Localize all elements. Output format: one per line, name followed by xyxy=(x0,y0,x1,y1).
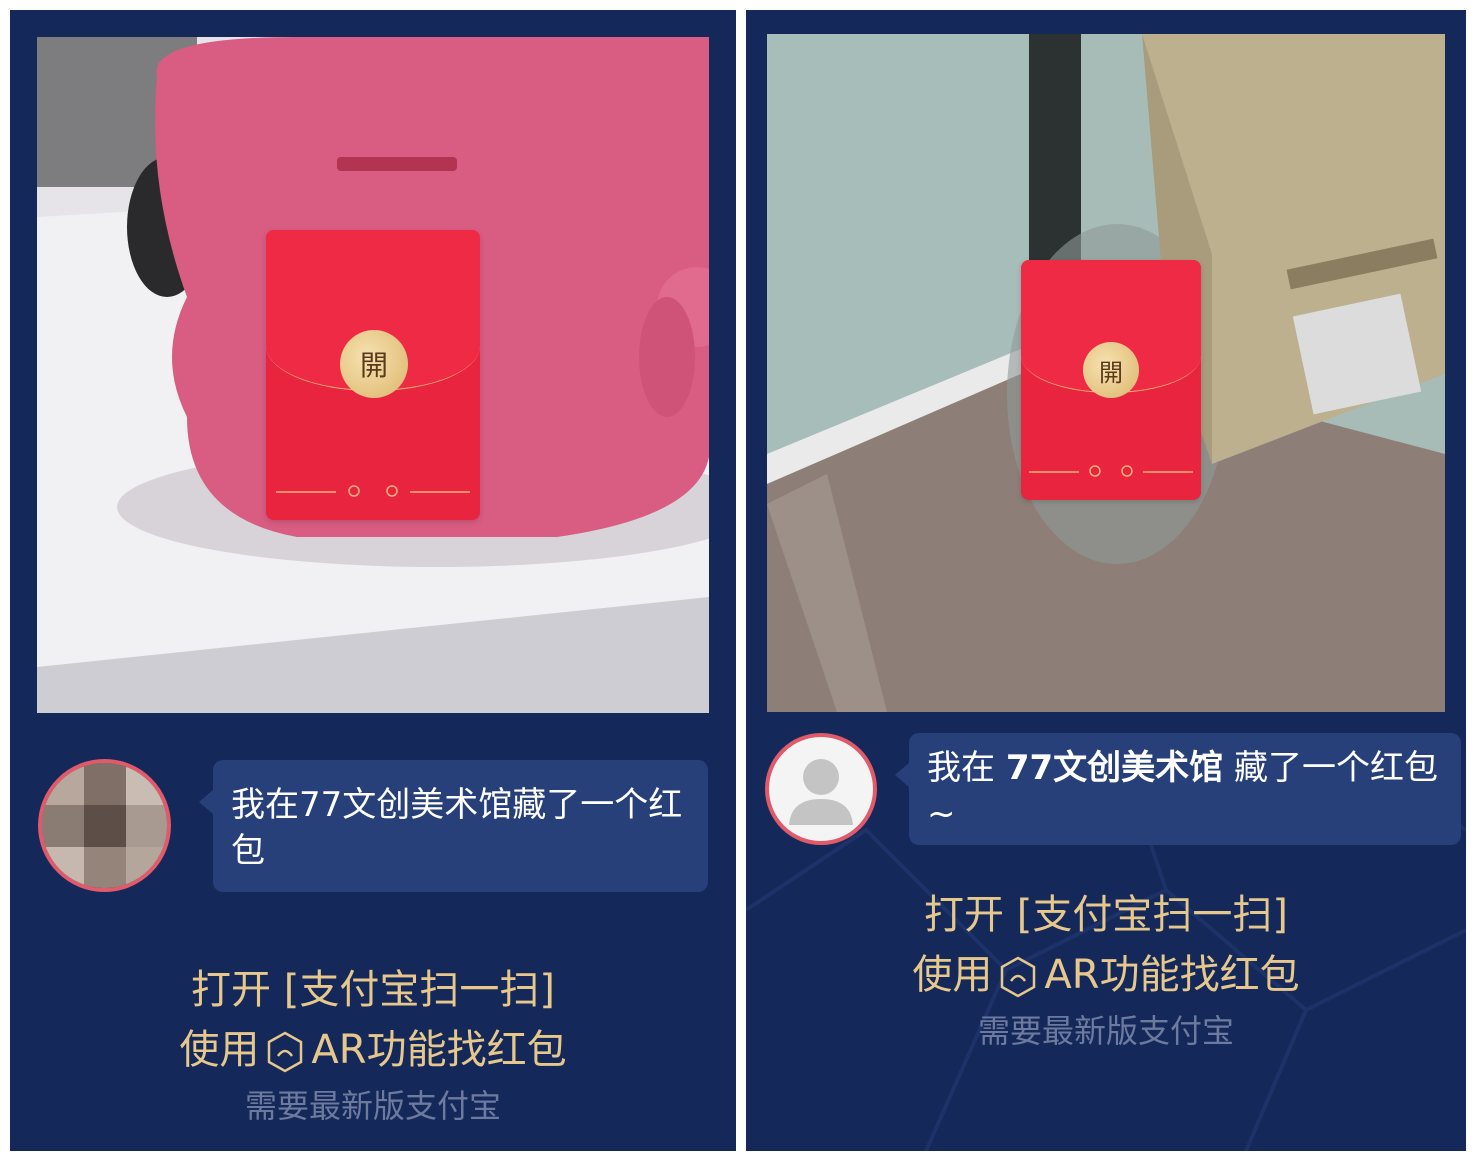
envelope-swirl-ornament xyxy=(1029,465,1193,477)
red-packet-card-left: 開 我在77文创美术馆藏了一个红包 打开 [支付宝扫一扫] 使用 AR功能找红包… xyxy=(10,10,736,1151)
version-note: 需要最新版支付宝 xyxy=(244,1087,501,1125)
red-packet-envelope[interactable]: 開 xyxy=(1021,260,1201,500)
message-text: 我在77文创美术馆藏了一个红包 xyxy=(231,785,683,871)
pixelated-avatar-icon xyxy=(42,763,167,888)
scan-instructions: 打开 [支付宝扫一扫] 使用 AR功能找红包 需要最新版支付宝 xyxy=(10,960,736,1132)
envelope-swirl-ornament xyxy=(276,485,470,497)
ar-hexagon-icon xyxy=(1001,956,1036,998)
cta-line-2-suffix: AR功能找红包 xyxy=(311,1027,567,1073)
cta-line-1: 打开 [支付宝扫一扫] xyxy=(191,967,555,1013)
cta-line-2-prefix: 使用 xyxy=(912,952,993,998)
cta-line-2-prefix: 使用 xyxy=(179,1027,260,1073)
default-user-icon xyxy=(789,759,853,825)
ar-hexagon-icon xyxy=(268,1031,303,1073)
open-seal-button[interactable]: 開 xyxy=(340,330,408,398)
message-prefix: 我在 xyxy=(927,748,1006,788)
red-packet-envelope[interactable]: 開 xyxy=(266,230,480,520)
scan-instructions: 打开 [支付宝扫一扫] 使用 AR功能找红包 需要最新版支付宝 xyxy=(746,885,1466,1057)
cta-line-2-suffix: AR功能找红包 xyxy=(1044,952,1300,998)
camera-photo-room-corner: 開 xyxy=(767,34,1445,712)
version-note: 需要最新版支付宝 xyxy=(977,1012,1234,1050)
cta-line-2: 使用 AR功能找红包 xyxy=(746,945,1466,1005)
message-bubble: 我在 77文创美术馆 藏了一个红包~ xyxy=(895,733,1461,845)
cta-line-2: 使用 AR功能找红包 xyxy=(10,1020,736,1080)
user-avatar xyxy=(765,733,877,845)
camera-photo-piggy-bank: 開 xyxy=(37,37,709,713)
message-location: 77文创美术馆 xyxy=(1005,748,1224,788)
red-packet-card-right: 開 我在 77文创美术馆 藏了一个红包~ 打开 [支付宝扫一扫] 使用 AR功能… xyxy=(746,10,1466,1151)
message-bubble: 我在77文创美术馆藏了一个红包 xyxy=(199,760,708,892)
user-avatar xyxy=(38,759,171,892)
cta-line-1: 打开 [支付宝扫一扫] xyxy=(924,892,1288,938)
open-seal-button[interactable]: 開 xyxy=(1083,342,1139,398)
